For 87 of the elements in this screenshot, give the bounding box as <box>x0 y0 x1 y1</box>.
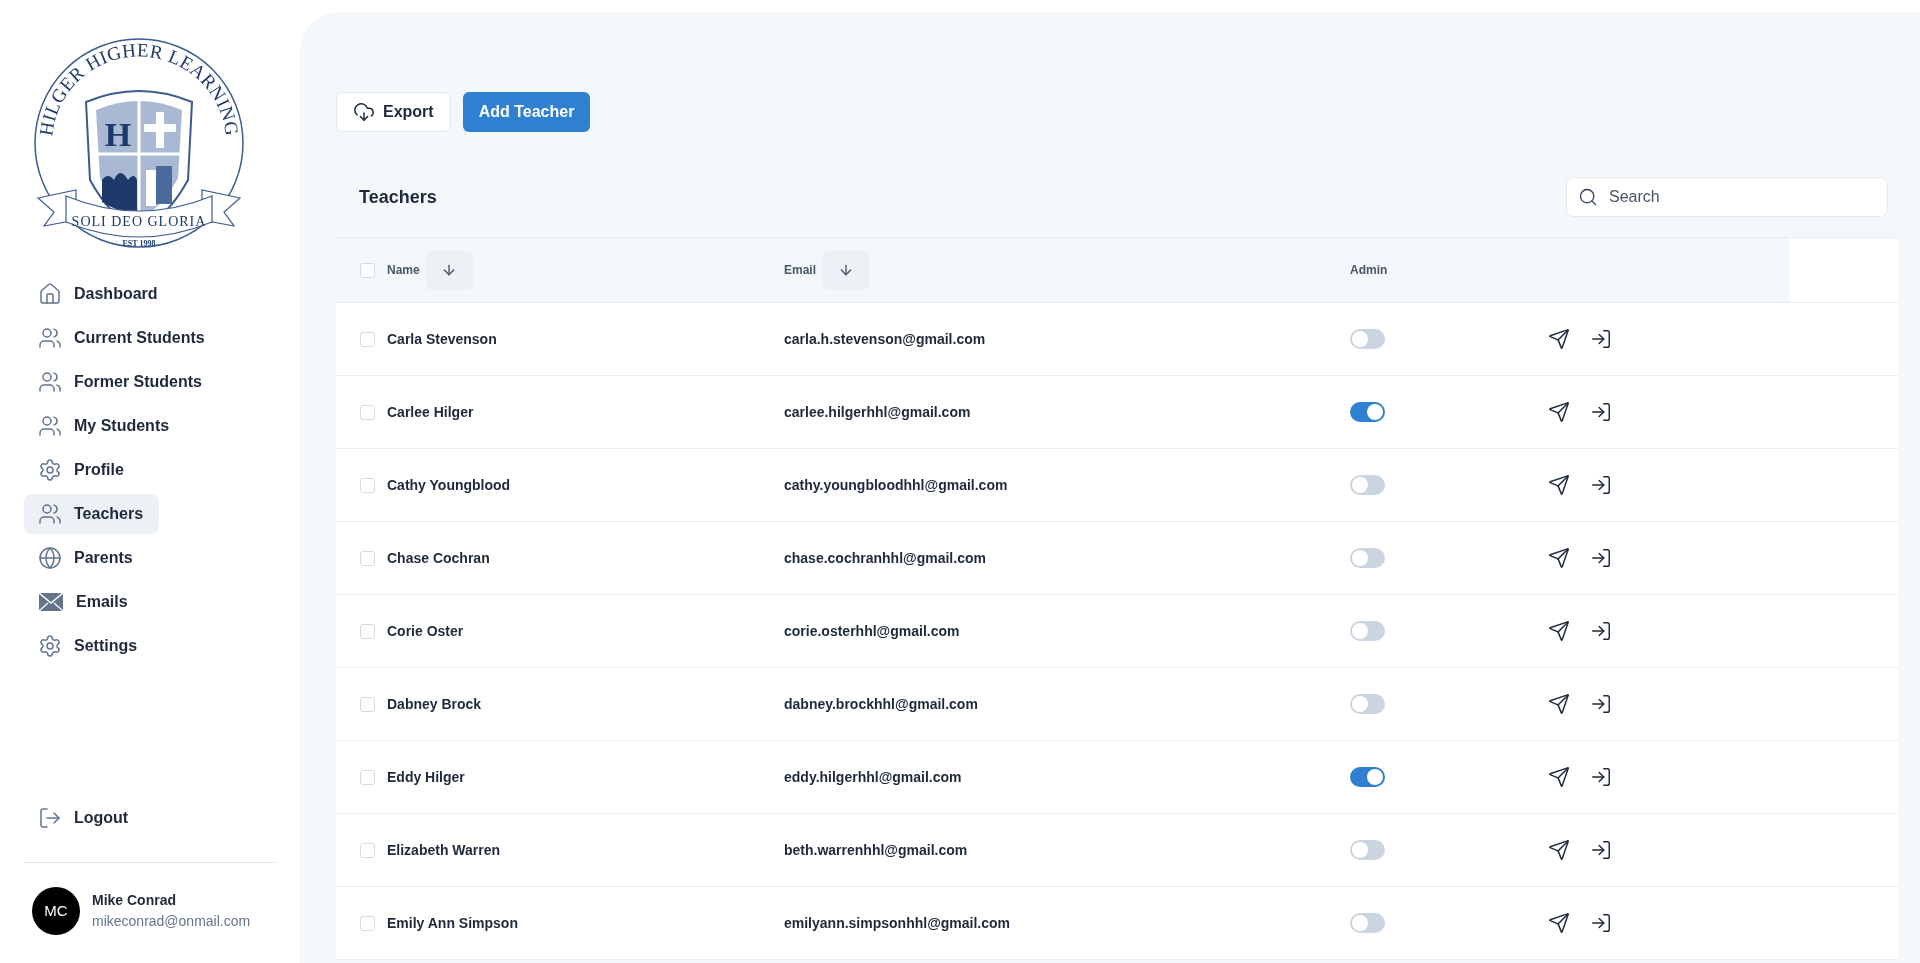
admin-toggle[interactable] <box>1350 694 1385 714</box>
users-icon <box>38 370 62 394</box>
admin-toggle[interactable] <box>1350 767 1385 787</box>
login-icon[interactable] <box>1590 912 1612 934</box>
admin-toggle[interactable] <box>1350 329 1385 349</box>
teacher-name: Dabney Brock <box>387 694 482 714</box>
send-icon[interactable] <box>1548 401 1570 423</box>
sidebar-item[interactable]: Current Students <box>24 318 221 358</box>
login-icon[interactable] <box>1590 620 1612 642</box>
user-email: mikeconrad@onmail.com <box>92 912 251 931</box>
teacher-name: Emily Ann Simpson <box>387 913 518 933</box>
teacher-email: corie.osterhhl@gmail.com <box>784 621 961 641</box>
add-teacher-button[interactable]: Add Teacher <box>462 92 591 132</box>
login-icon[interactable] <box>1590 328 1612 350</box>
send-icon[interactable] <box>1548 620 1570 642</box>
send-icon[interactable] <box>1548 766 1570 788</box>
send-icon[interactable] <box>1548 912 1570 934</box>
login-icon[interactable] <box>1590 693 1612 715</box>
envelope-icon <box>38 592 64 612</box>
checkbox[interactable] <box>360 915 375 931</box>
checkbox[interactable] <box>360 331 375 347</box>
sidebar-item[interactable]: Settings <box>24 626 154 666</box>
sidebar-item[interactable]: Dashboard <box>24 274 174 314</box>
teacher-email: cathy.youngbloodhhl@gmail.com <box>784 475 1009 495</box>
users-icon <box>38 502 62 526</box>
column-header: Email <box>784 262 816 279</box>
checkbox[interactable] <box>360 262 375 278</box>
column-header: Name <box>387 262 420 279</box>
teacher-name: Eddy Hilger <box>387 767 465 787</box>
teacher-name: Carlee Hilger <box>387 402 474 422</box>
checkbox[interactable] <box>360 842 375 858</box>
teacher-name: Cathy Youngblood <box>387 475 511 495</box>
teacher-email: emilyann.simpsonhhl@gmail.com <box>784 913 1012 933</box>
checkbox[interactable] <box>360 477 375 493</box>
sidebar-item[interactable]: My Students <box>24 406 186 446</box>
cloud-download-icon <box>353 101 375 123</box>
home-icon <box>38 282 62 306</box>
teacher-email: beth.warrenhhl@gmail.com <box>784 840 969 860</box>
users-icon <box>38 414 62 438</box>
table-title: Teachers <box>359 185 437 209</box>
send-icon[interactable] <box>1548 547 1570 569</box>
admin-toggle[interactable] <box>1350 840 1385 860</box>
checkbox[interactable] <box>360 550 375 566</box>
login-icon[interactable] <box>1590 401 1612 423</box>
send-icon[interactable] <box>1548 839 1570 861</box>
settings-icon <box>38 458 62 482</box>
checkbox[interactable] <box>360 623 375 639</box>
login-icon[interactable] <box>1590 474 1612 496</box>
column-header: Admin <box>1350 262 1389 279</box>
logout-icon <box>38 806 62 830</box>
send-icon[interactable] <box>1548 474 1570 496</box>
search-icon <box>1578 187 1598 207</box>
login-icon[interactable] <box>1590 766 1612 788</box>
teacher-name: Corie Oster <box>387 621 464 641</box>
send-icon[interactable] <box>1548 328 1570 350</box>
checkbox[interactable] <box>360 769 375 785</box>
sidebar-item[interactable]: Parents <box>24 538 149 578</box>
send-icon[interactable] <box>1548 693 1570 715</box>
teacher-email: eddy.hilgerhhl@gmail.com <box>784 767 963 787</box>
search-field[interactable]: Search <box>1566 177 1888 217</box>
admin-toggle[interactable] <box>1350 913 1385 933</box>
checkbox[interactable] <box>360 696 375 712</box>
sidebar-item[interactable]: Emails <box>24 582 144 622</box>
sidebar-item[interactable]: Teachers <box>24 494 160 534</box>
admin-toggle[interactable] <box>1350 475 1385 495</box>
sidebar-item[interactable]: Former Students <box>24 362 218 402</box>
user-avatar: MC <box>32 887 80 935</box>
checkbox[interactable] <box>360 404 375 420</box>
globe-icon <box>38 546 62 570</box>
teacher-name: Carla Stevenson <box>387 329 497 349</box>
users-icon <box>38 326 62 350</box>
admin-toggle[interactable] <box>1350 621 1385 641</box>
teacher-name: Elizabeth Warren <box>387 840 501 860</box>
teacher-email: carlee.hilgerhhl@gmail.com <box>784 402 972 422</box>
login-icon[interactable] <box>1590 547 1612 569</box>
admin-toggle[interactable] <box>1350 402 1385 422</box>
settings-icon <box>38 634 62 658</box>
logout-link[interactable]: Logout <box>0 798 300 838</box>
teacher-email: carla.h.stevenson@gmail.com <box>784 329 987 349</box>
export-button[interactable]: Export <box>336 92 451 132</box>
teacher-email: dabney.brockhhl@gmail.com <box>784 694 979 714</box>
sidebar-item[interactable]: Profile <box>24 450 140 490</box>
login-icon[interactable] <box>1590 839 1612 861</box>
user-name: Mike Conrad <box>92 891 177 910</box>
admin-toggle[interactable] <box>1350 548 1385 568</box>
teacher-name: Chase Cochran <box>387 548 490 568</box>
teacher-email: chase.cochranhhl@gmail.com <box>784 548 987 568</box>
